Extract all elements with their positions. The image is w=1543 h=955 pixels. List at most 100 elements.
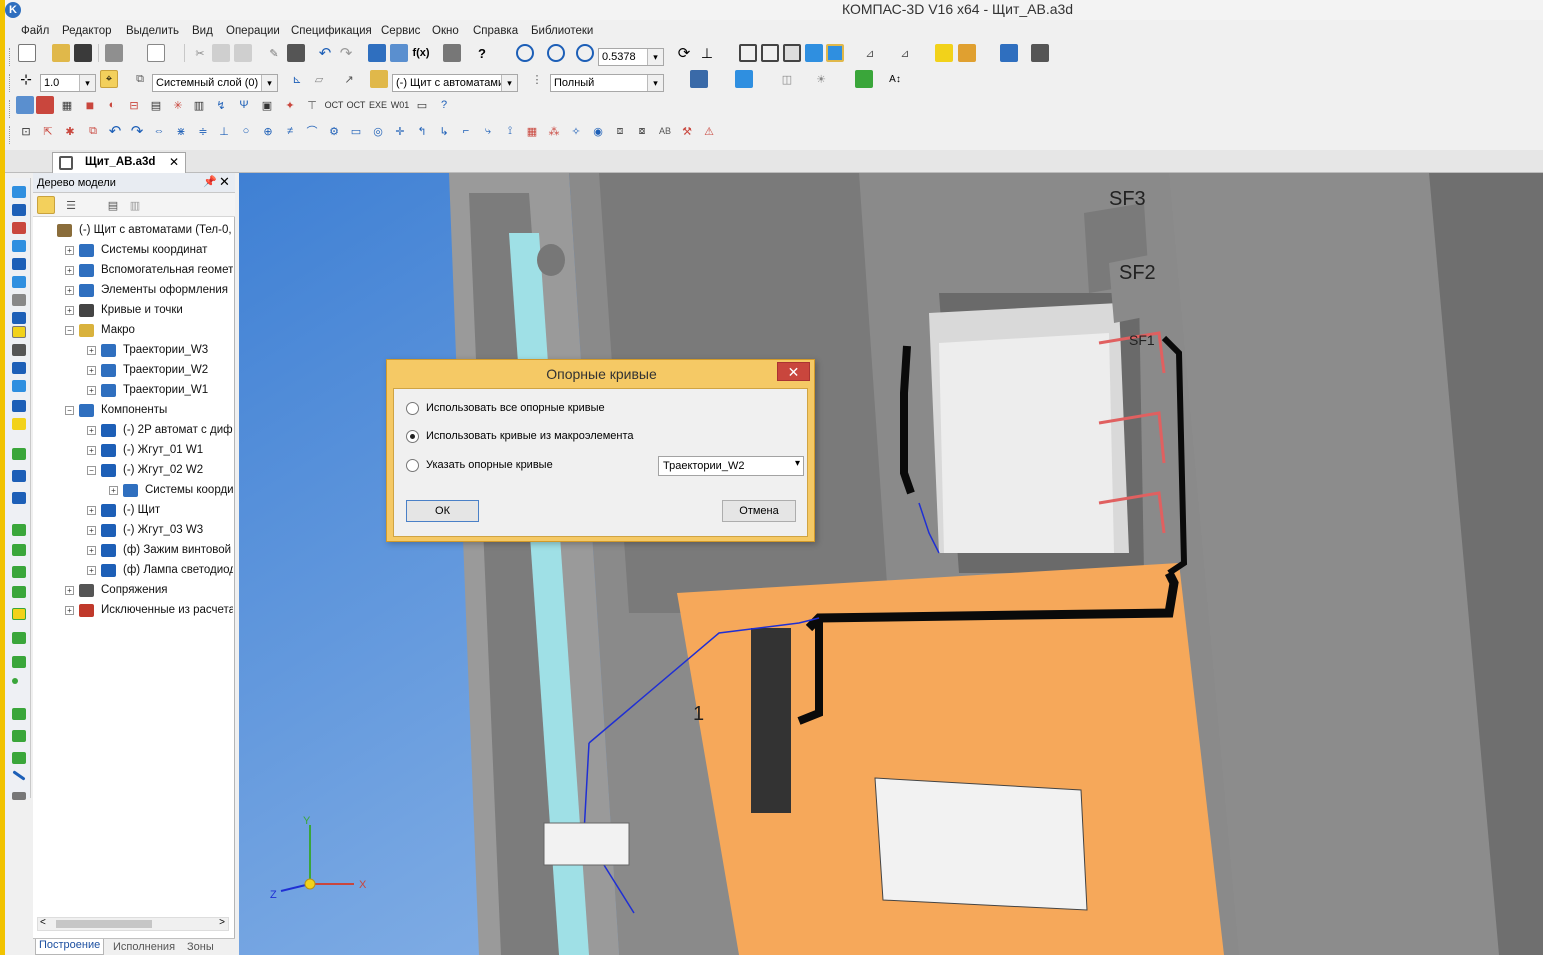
lt-edit-icon[interactable] bbox=[12, 186, 26, 198]
library-manager-icon[interactable] bbox=[958, 44, 976, 62]
tree-expander-icon[interactable]: − bbox=[65, 326, 74, 335]
polyline-icon[interactable]: ↳ bbox=[435, 122, 453, 140]
lt-sweep-icon[interactable] bbox=[12, 258, 26, 270]
tree-props-icon[interactable]: ▥ bbox=[126, 196, 144, 214]
menu-help[interactable]: Справка bbox=[473, 25, 518, 37]
panel-ost2-icon[interactable]: ОСТ bbox=[347, 96, 366, 114]
undo-icon[interactable]: ↶ bbox=[316, 44, 334, 62]
rotate-icon[interactable]: ⟳ bbox=[675, 44, 693, 62]
pin-icon[interactable]: 📌 bbox=[203, 175, 217, 188]
panel-dimension-icon[interactable]: ⊤ bbox=[303, 96, 321, 114]
tree-item[interactable]: + Траектории_W1 bbox=[33, 381, 233, 401]
display-mode-icon[interactable]: ⋮ bbox=[528, 70, 546, 88]
tree-item[interactable]: + (-) Жгут_01 W1 bbox=[33, 441, 233, 461]
panel-mark-icon[interactable]: ↯ bbox=[212, 96, 230, 114]
panel-surfaces-icon[interactable] bbox=[36, 96, 54, 114]
route-icon[interactable]: ⌐ bbox=[457, 122, 475, 140]
check-collision-icon[interactable]: ⚠ bbox=[700, 122, 718, 140]
gear-mate-icon[interactable]: ⚙ bbox=[325, 122, 343, 140]
panel-library-icon[interactable]: ✦ bbox=[281, 96, 299, 114]
panel-w01-icon[interactable]: W01 bbox=[391, 96, 410, 114]
surface-icon[interactable]: ✧ bbox=[567, 122, 585, 140]
tree-item[interactable]: + Траектории_W2 bbox=[33, 361, 233, 381]
rotate-component-icon[interactable]: ✱ bbox=[61, 122, 79, 140]
shaded-icon[interactable] bbox=[805, 44, 823, 62]
mass-icon[interactable]: ⧇ bbox=[633, 122, 651, 140]
zoom-scale-icon[interactable] bbox=[576, 44, 594, 62]
scroll-left-icon[interactable]: < bbox=[40, 917, 46, 928]
panel-tolerance-icon[interactable]: ▣ bbox=[258, 96, 276, 114]
menu-libraries[interactable]: Библиотеки bbox=[531, 25, 593, 37]
tree-item[interactable]: + Исключенные из расчета bbox=[33, 601, 233, 621]
lt-body-icon[interactable] bbox=[12, 470, 26, 482]
cancel-button[interactable]: Отмена bbox=[722, 500, 796, 522]
tree-item[interactable]: − (-) Жгут_02 W2 bbox=[33, 461, 233, 481]
calculate-icon[interactable] bbox=[443, 44, 461, 62]
print-icon[interactable] bbox=[105, 44, 123, 62]
format-brush-icon[interactable]: ✎ bbox=[265, 44, 283, 62]
redo-icon[interactable]: ↷ bbox=[337, 44, 355, 62]
menu-view[interactable]: Вид bbox=[192, 25, 213, 37]
display-mode-combo[interactable]: Полный bbox=[550, 74, 664, 92]
toolbar-grip[interactable] bbox=[9, 48, 12, 66]
panel-spec-icon[interactable]: ▤ bbox=[147, 96, 165, 114]
lt-green2-icon[interactable] bbox=[12, 544, 26, 556]
lt-green4-icon[interactable] bbox=[12, 586, 26, 598]
menu-window[interactable]: Окно bbox=[432, 25, 459, 37]
chevron-down-icon[interactable]: ▾ bbox=[795, 458, 800, 469]
toolbar-grip[interactable] bbox=[9, 74, 12, 92]
menu-select[interactable]: Выделить bbox=[126, 25, 179, 37]
snap-step-icon[interactable]: ⊹ bbox=[17, 70, 35, 88]
lt-green7-icon[interactable] bbox=[12, 708, 26, 720]
tree-item[interactable]: + (-) Щит bbox=[33, 501, 233, 521]
distance-icon[interactable]: ≠ bbox=[281, 122, 299, 140]
tree-sort-icon[interactable]: ☰ bbox=[62, 196, 80, 214]
tree-expander-icon[interactable]: + bbox=[65, 246, 74, 255]
scroll-right-icon[interactable]: > bbox=[219, 917, 225, 928]
helix-icon[interactable]: ⟟ bbox=[501, 122, 519, 140]
concentric-icon[interactable]: ⊕ bbox=[259, 122, 277, 140]
tree-item[interactable]: + Элементы оформления bbox=[33, 281, 233, 301]
pattern-icon[interactable]: ⁂ bbox=[545, 122, 563, 140]
angle-icon[interactable]: ⌒ bbox=[303, 122, 321, 140]
panel-symbols-icon[interactable]: Ψ bbox=[235, 96, 253, 114]
point-icon[interactable]: ✛ bbox=[391, 122, 409, 140]
tree-expander-icon[interactable]: + bbox=[87, 566, 96, 575]
orientation-icon[interactable]: ⊥ bbox=[698, 44, 716, 62]
coincident-icon[interactable]: ⋇ bbox=[172, 122, 190, 140]
help-pointer-icon[interactable]: ? bbox=[473, 44, 491, 62]
preview-icon[interactable] bbox=[147, 44, 165, 62]
panel-ost-icon[interactable]: ОСТ bbox=[325, 96, 344, 114]
panel-editing-icon[interactable] bbox=[16, 96, 34, 114]
document-tab[interactable]: Щит_АВ.a3d ✕ bbox=[52, 152, 186, 173]
library-icon[interactable] bbox=[935, 44, 953, 62]
radio-specify-curves[interactable] bbox=[406, 459, 419, 472]
parallel-icon[interactable]: ≑ bbox=[194, 122, 212, 140]
halftone-icon[interactable] bbox=[783, 44, 801, 62]
lt-green1-icon[interactable] bbox=[12, 524, 26, 536]
tree-expander-icon[interactable]: + bbox=[87, 546, 96, 555]
lt-filter-icon[interactable] bbox=[12, 418, 26, 430]
tree-expander-icon[interactable]: + bbox=[65, 266, 74, 275]
text-icon[interactable]: AB bbox=[656, 122, 674, 140]
panel-report-icon[interactable]: ✳ bbox=[169, 96, 187, 114]
tree-expander-icon[interactable]: + bbox=[87, 346, 96, 355]
select-filter-icon[interactable]: ⊿ bbox=[896, 44, 914, 62]
ok-button[interactable]: ОК bbox=[406, 500, 479, 522]
tree-structure-icon[interactable] bbox=[37, 196, 55, 214]
tree-item[interactable]: + Траектории_W3 bbox=[33, 341, 233, 361]
tree-expander-icon[interactable]: + bbox=[87, 446, 96, 455]
menu-file[interactable]: Файл bbox=[21, 25, 49, 37]
tab-construction[interactable]: Построение bbox=[35, 939, 105, 955]
function-icon[interactable]: f(x) bbox=[412, 44, 430, 62]
tree-expander-icon[interactable]: + bbox=[87, 506, 96, 515]
shaded-edges-icon[interactable] bbox=[826, 44, 844, 62]
open-folder-icon[interactable] bbox=[52, 44, 70, 62]
tab-zones[interactable]: Зоны bbox=[187, 941, 214, 953]
component-combo[interactable]: (-) Щит с автоматами bbox=[392, 74, 518, 92]
tree-item[interactable]: − Макро bbox=[33, 321, 233, 341]
tangent-icon[interactable]: ○ bbox=[237, 122, 255, 140]
new-document-icon[interactable] bbox=[18, 44, 36, 62]
zoom-in-icon[interactable] bbox=[516, 44, 534, 62]
lt-active-filter-icon[interactable] bbox=[12, 326, 26, 338]
